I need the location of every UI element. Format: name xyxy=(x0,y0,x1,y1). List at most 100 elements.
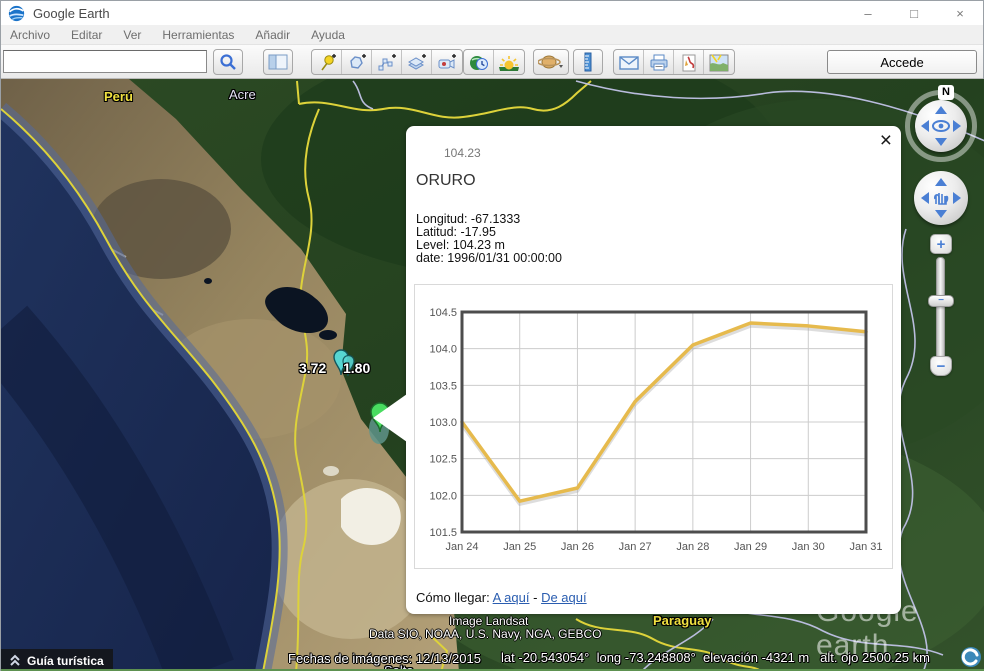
close-button[interactable]: × xyxy=(937,1,983,25)
path-icon xyxy=(377,54,397,72)
menu-ver[interactable]: Ver xyxy=(123,28,141,42)
add-image-overlay-button[interactable] xyxy=(402,50,432,75)
sidebar-icon xyxy=(268,54,288,70)
email-button[interactable] xyxy=(614,50,644,75)
ruler-button[interactable] xyxy=(573,49,603,75)
google-earth-logo-icon xyxy=(8,5,25,22)
ruler-icon xyxy=(582,52,594,72)
zoom-in-button[interactable]: + xyxy=(930,234,952,254)
eye-alt-value: 2500.25 km xyxy=(862,650,930,665)
saturn-icon xyxy=(538,53,564,71)
add-polygon-button[interactable] xyxy=(342,50,372,75)
print-button[interactable] xyxy=(644,50,674,75)
directions-to-here-link[interactable]: A aquí xyxy=(493,590,530,605)
tour-guide-bar[interactable]: Guía turística xyxy=(1,649,113,671)
svg-text:103.0: 103.0 xyxy=(429,417,457,429)
image-overlay-icon xyxy=(407,54,427,72)
hand-icon xyxy=(935,193,948,204)
clock-globe-icon xyxy=(469,53,489,73)
svg-text:Jan 27: Jan 27 xyxy=(619,541,652,553)
zoom-slider-handle[interactable]: − xyxy=(928,295,954,307)
map-viewport[interactable]: Perú Acre Paraguay Salta Google earth Im… xyxy=(1,79,984,671)
record-tour-button[interactable] xyxy=(432,50,462,75)
search-button[interactable] xyxy=(213,49,243,75)
svg-text:Jan 31: Jan 31 xyxy=(849,541,882,553)
svg-text:Jan 29: Jan 29 xyxy=(734,541,767,553)
look-joystick[interactable] xyxy=(915,100,967,152)
svg-text:102.0: 102.0 xyxy=(429,490,457,502)
svg-text:103.5: 103.5 xyxy=(429,380,457,392)
svg-text:101.5: 101.5 xyxy=(429,527,457,539)
svg-text:Jan 24: Jan 24 xyxy=(445,541,478,553)
country-label-paraguay: Paraguay xyxy=(653,613,712,628)
imagery-date-status: Fechas de imágenes: 12/13/2015 xyxy=(288,651,481,666)
line-chart-svg: Jan 24 Jan 25 Jan 26 Jan 27 Jan 28 Jan 29 Jan … xyxy=(415,285,892,568)
toolbar: Accede xyxy=(1,45,983,79)
search-icon xyxy=(219,53,237,71)
maps-icon xyxy=(709,54,729,72)
maximize-button[interactable]: □ xyxy=(891,1,937,25)
view-in-maps-button[interactable] xyxy=(704,50,734,75)
historical-imagery-button[interactable] xyxy=(464,50,494,75)
planets-button[interactable] xyxy=(533,49,569,75)
placemark-icon xyxy=(317,54,337,72)
zoom-slider-track[interactable] xyxy=(936,257,945,367)
balloon-close-icon[interactable]: × xyxy=(880,130,892,152)
sign-in-button[interactable]: Accede xyxy=(827,50,977,74)
envelope-icon xyxy=(619,55,639,71)
menu-herramientas[interactable]: Herramientas xyxy=(162,28,234,42)
eye-icon xyxy=(933,121,949,131)
level-chart: Jan 24 Jan 25 Jan 26 Jan 27 Jan 28 Jan 29 Jan … xyxy=(414,284,893,569)
attribution-landsat: Image Landsat xyxy=(449,614,528,628)
attribution-data: Data SIO, NOAA, U.S. Navy, NGA, GEBCO xyxy=(369,627,602,641)
expand-chevrons-icon xyxy=(7,654,23,668)
sidebar-toggle-button[interactable] xyxy=(263,49,293,75)
menu-editar[interactable]: Editar xyxy=(71,28,102,42)
printer-icon xyxy=(649,54,669,72)
svg-text:104.0: 104.0 xyxy=(429,344,457,356)
menu-archivo[interactable]: Archivo xyxy=(10,28,50,42)
coordinates-status: lat -20.543054° long -73.248808° elevaci… xyxy=(501,650,930,665)
minimize-button[interactable]: – xyxy=(845,1,891,25)
add-path-button[interactable] xyxy=(372,50,402,75)
placemark-label-180: 1.80 xyxy=(343,360,370,376)
camera-icon xyxy=(437,54,457,72)
lat-value: -20.543054° xyxy=(518,650,589,665)
streaming-swirl-icon xyxy=(959,645,983,669)
sunlight-button[interactable] xyxy=(494,50,524,75)
directions-separator: - xyxy=(533,590,537,605)
svg-text:104.5: 104.5 xyxy=(429,307,457,319)
info-date: date: 1996/01/31 00:00:00 xyxy=(416,252,562,265)
compass-ring[interactable]: N xyxy=(905,90,977,162)
eye-alt-label: alt. ojo xyxy=(820,650,858,665)
svg-text:Jan 25: Jan 25 xyxy=(503,541,536,553)
menu-bar: Archivo Editar Ver Herramientas Añadir A… xyxy=(1,25,983,45)
svg-text:102.5: 102.5 xyxy=(429,454,457,466)
tour-guide-label: Guía turística xyxy=(27,654,104,668)
elevation-value: -4321 m xyxy=(762,650,810,665)
add-placemark-button[interactable] xyxy=(312,50,342,75)
svg-text:Jan 26: Jan 26 xyxy=(561,541,594,553)
menu-anadir[interactable]: Añadir xyxy=(255,28,290,42)
directions-from-here-link[interactable]: De aquí xyxy=(541,590,587,605)
long-label: long xyxy=(597,650,622,665)
move-joystick[interactable] xyxy=(914,171,968,225)
balloon-tail xyxy=(373,394,407,442)
zoom-out-button[interactable]: − xyxy=(930,356,952,376)
save-image-button[interactable] xyxy=(674,50,704,75)
svg-text:Jan 30: Jan 30 xyxy=(792,541,825,553)
directions-label: Cómo llegar: xyxy=(416,590,490,605)
balloon-title: ORURO xyxy=(416,172,476,190)
svg-text:Jan 28: Jan 28 xyxy=(676,541,709,553)
navigation-controls: N xyxy=(905,79,984,399)
compass-north-label: N xyxy=(938,85,954,100)
title-bar: Google Earth – □ × xyxy=(1,1,983,25)
menu-ayuda[interactable]: Ayuda xyxy=(311,28,345,42)
state-label-acre: Acre xyxy=(229,87,256,102)
balloon-small-value: 104.23 xyxy=(444,146,481,160)
google-earth-window: Google Earth – □ × Archivo Editar Ver He… xyxy=(0,0,984,671)
directions-row: Cómo llegar: A aquí - De aquí xyxy=(416,590,587,605)
polygon-icon xyxy=(347,54,367,72)
sun-icon xyxy=(498,54,520,72)
search-input[interactable] xyxy=(3,50,207,73)
